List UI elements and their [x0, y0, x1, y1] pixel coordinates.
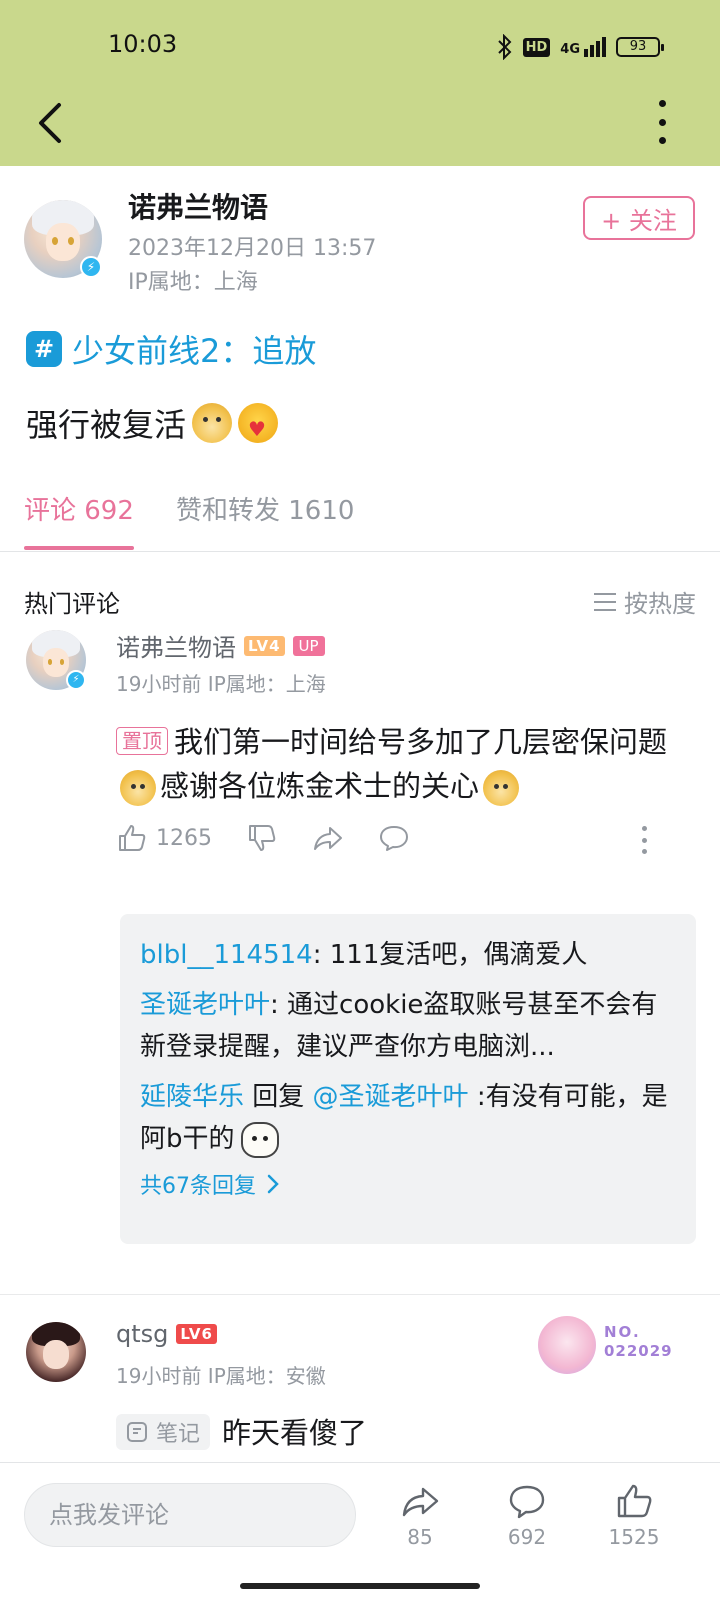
dislike-button[interactable] [246, 822, 278, 854]
follow-button[interactable]: + 关注 [583, 196, 695, 240]
post-body-text: 强行被复活 [26, 406, 187, 444]
reply-item: blbl__114514: 111复活吧，偶滴爱人 [140, 934, 676, 976]
fan-badge[interactable]: NO. 022029 [538, 1316, 678, 1376]
more-options-button[interactable] [650, 100, 674, 144]
note-edit-icon [127, 1422, 147, 1442]
share-post-button[interactable]: 85 [380, 1481, 460, 1549]
hashtag-icon: # [26, 331, 62, 367]
chevron-right-icon [267, 1174, 279, 1194]
level-badge: LV6 [176, 1324, 217, 1344]
battery-icon: 93 [616, 37, 664, 57]
active-tab-indicator [24, 546, 134, 550]
tab-likes-reposts[interactable]: 赞和转发 1610 [176, 490, 354, 527]
reply-more-label: 共67条回复 [140, 1174, 256, 1199]
reply-text: : 111复活吧，偶滴爱人 [312, 940, 588, 970]
hot-comments-title: 热门评论 [24, 590, 120, 618]
verified-bolt-icon: ⚡ [80, 256, 102, 278]
love-emoji-icon [238, 403, 279, 443]
topic-link[interactable]: # 少女前线2：追放 [26, 326, 316, 372]
comment-text-a: 我们第一时间给号多加了几层密保问题 [174, 725, 668, 759]
comment-actions: 1265 [116, 822, 444, 854]
share-arrow-icon [402, 1487, 439, 1517]
bottom-action-bar: 点我发评论 85 692 1525 [0, 1462, 720, 1600]
thumbs-down-icon [249, 825, 276, 851]
fan-badge-character-icon [538, 1316, 596, 1374]
post-time: 2023年12月20日 13:57 [128, 236, 377, 261]
post-ip-location: IP属地：上海 [128, 270, 258, 295]
comment-meta: 19小时前 IP属地：上海 [116, 672, 326, 696]
back-arrow-icon [39, 103, 61, 143]
comment-more-button[interactable] [640, 826, 648, 854]
like-post-button[interactable]: 1525 [594, 1481, 674, 1549]
network-type: 4G [560, 42, 580, 57]
comment-meta: 19小时前 IP属地：安徽 [116, 1364, 326, 1388]
doge-emoji-icon [120, 770, 156, 806]
comment-text: 置顶 我们第一时间给号多加了几层密保问题感谢各位炼金术士的关心 [116, 720, 676, 808]
sort-button[interactable]: 按热度 [594, 584, 696, 619]
share-button[interactable] [312, 822, 344, 854]
comment-text: 昨天看傻了 [222, 1416, 368, 1450]
signal-icon: 4G [560, 37, 606, 57]
sort-label: 按热度 [624, 590, 696, 618]
up-badge: UP [292, 635, 325, 656]
comment-count: 692 [507, 1525, 547, 1549]
home-indicator[interactable] [240, 1583, 480, 1589]
commenter-avatar[interactable] [26, 1322, 86, 1382]
reply-button[interactable] [378, 822, 410, 854]
comment-bubble-icon [509, 1485, 545, 1519]
comment-divider [0, 1294, 720, 1295]
share-arrow-icon [314, 827, 342, 850]
more-vertical-icon [641, 826, 647, 831]
reply-author[interactable]: 延陵华乐 [140, 1082, 244, 1112]
status-time: 10:03 [108, 30, 178, 58]
pinned-tag: 置顶 [116, 727, 168, 755]
commenter-name[interactable]: 诺弗兰物语 [116, 628, 236, 663]
hd-icon: HD [522, 37, 551, 57]
share-count: 85 [407, 1525, 433, 1549]
reply-item: 延陵华乐 回复 @圣诞老叶叶 :有没有可能，是阿b干的 [140, 1076, 676, 1160]
thumbs-up-icon [617, 1484, 652, 1518]
replies-box[interactable]: blbl__114514: 111复活吧，偶滴爱人 圣诞老叶叶: 通过cooki… [120, 914, 696, 1244]
comment-input[interactable]: 点我发评论 [24, 1483, 356, 1547]
doge-emoji-icon [192, 403, 233, 443]
view-all-replies-link[interactable]: 共67条回复 [140, 1168, 676, 1200]
post-body: 强行被复活 [26, 400, 279, 446]
commenter-name[interactable]: qtsg [116, 1320, 168, 1348]
status-icons: HD 4G 93 [497, 34, 664, 60]
like-button[interactable]: 1265 [116, 822, 212, 854]
note-tag[interactable]: 笔记 [116, 1414, 211, 1450]
note-tag-label: 笔记 [156, 1422, 201, 1447]
commenter-name-row: qtsg LV6 [116, 1320, 217, 1348]
top-bar: 10:03 HD 4G 93 [0, 0, 720, 166]
bluetooth-icon [497, 34, 512, 60]
comment-post-button[interactable]: 692 [487, 1481, 567, 1549]
tab-comments[interactable]: 评论 692 [24, 490, 134, 527]
back-button[interactable] [30, 98, 70, 148]
reply-author[interactable]: 圣诞老叶叶 [140, 990, 270, 1020]
doge-rose-emoji-icon [483, 770, 520, 806]
sort-list-icon [594, 592, 616, 611]
like-count: 1525 [608, 1525, 660, 1549]
fan-badge-number: 022029 [604, 1342, 673, 1360]
thumbs-up-icon [119, 825, 146, 851]
reply-author[interactable]: blbl__114514 [140, 940, 313, 970]
reply-mention[interactable]: @圣诞老叶叶 [313, 1082, 469, 1112]
author-name[interactable]: 诺弗兰物语 [128, 186, 268, 226]
comment-bubble-icon [380, 826, 408, 851]
level-badge: LV4 [244, 635, 285, 656]
fan-badge-no: NO. [604, 1323, 641, 1341]
comment-text-b: 感谢各位炼金术士的关心 [160, 769, 480, 803]
topic-text: 少女前线2：追放 [72, 332, 317, 370]
like-count: 1265 [156, 825, 212, 851]
cat-emoji-icon [240, 1121, 279, 1158]
reply-item: 圣诞老叶叶: 通过cookie盗取账号甚至不会有新登录提醒，建议严查你方电脑浏.… [140, 984, 676, 1068]
post-tabs: 评论 692 赞和转发 1610 [0, 476, 720, 552]
verified-bolt-icon: ⚡ [66, 670, 86, 690]
commenter-name-row: 诺弗兰物语 LV4 UP [116, 628, 325, 663]
more-vertical-icon [658, 100, 666, 107]
reply-mid: 回复 [244, 1082, 313, 1112]
